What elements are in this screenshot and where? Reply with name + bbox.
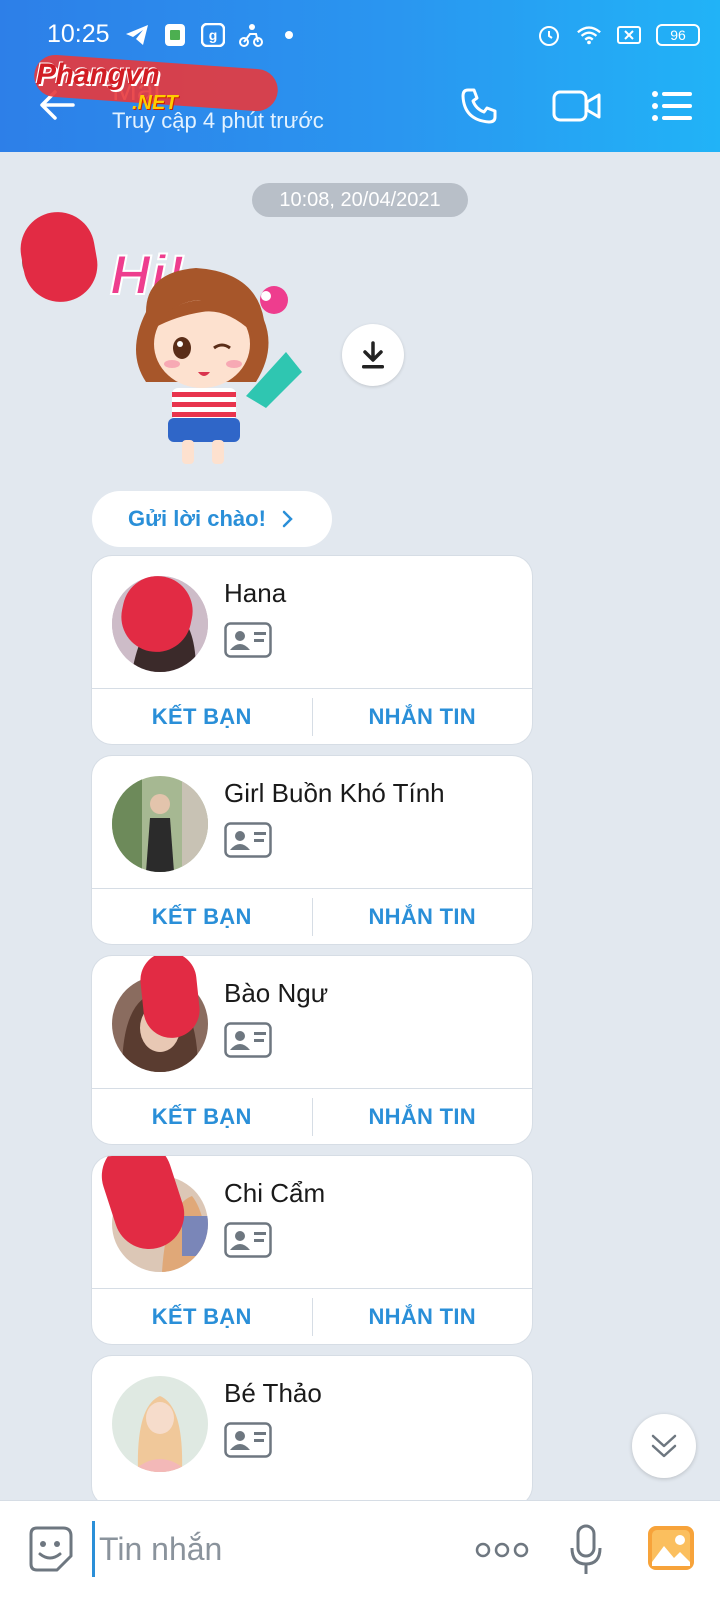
add-friend-button[interactable]: KẾT BẠN xyxy=(92,889,312,944)
watermark-logo: Phangvn .NET xyxy=(32,53,282,126)
sim-app-icon xyxy=(162,22,188,48)
send-greeting-button[interactable]: Gửi lời chào! xyxy=(92,491,332,547)
chat-area[interactable]: 10:08, 20/04/2021 Hi! Gửi lời chào! Hana… xyxy=(0,152,720,1506)
contact-card: Chi Cẩm KẾT BẠN NHẮN TIN xyxy=(92,1156,532,1344)
contact-name: Hana xyxy=(224,578,287,608)
watermark-text: Phangvn xyxy=(36,58,160,91)
dot-icon xyxy=(276,22,302,48)
battery-icon: 96 xyxy=(656,24,700,46)
card-actions: KẾT BẠN NHẮN TIN xyxy=(92,888,532,944)
more-dots-icon xyxy=(475,1542,529,1558)
send-message-button[interactable]: NHẮN TIN xyxy=(313,1289,533,1344)
contact-name: Girl Buồn Khó Tính xyxy=(224,778,445,808)
message-timestamp: 10:08, 20/04/2021 xyxy=(252,183,468,217)
contact-card: Hana KẾT BẠN NHẮN TIN xyxy=(92,556,532,744)
send-message-button[interactable]: NHẮN TIN xyxy=(313,889,533,944)
message-composer xyxy=(0,1500,720,1600)
phone-icon xyxy=(461,88,497,124)
profile-card-icon[interactable] xyxy=(224,822,272,858)
menu-list-icon xyxy=(652,91,692,121)
video-call-button[interactable] xyxy=(548,78,606,134)
chevron-right-icon xyxy=(282,510,293,528)
hi-sticker[interactable]: Hi! xyxy=(106,232,306,472)
download-icon xyxy=(362,341,384,369)
notification-icons: g xyxy=(124,22,302,48)
wifi-icon xyxy=(576,22,602,48)
delivery-icon xyxy=(238,22,264,48)
sticker-button[interactable] xyxy=(24,1523,76,1575)
double-chevron-down-icon xyxy=(651,1434,677,1458)
system-icons: 96 xyxy=(536,22,700,48)
profile-card-icon[interactable] xyxy=(224,1422,272,1458)
svg-text:g: g xyxy=(209,27,218,43)
add-friend-button[interactable]: KẾT BẠN xyxy=(92,1089,312,1144)
contact-card: Bé Thảo xyxy=(92,1356,532,1506)
more-options-button[interactable] xyxy=(472,1527,532,1573)
contact-card: Girl Buồn Khó Tính KẾT BẠN NHẮN TIN xyxy=(92,756,532,944)
status-time: 10:25 xyxy=(47,20,110,48)
video-camera-icon xyxy=(552,90,601,122)
image-gallery-icon xyxy=(648,1526,694,1570)
telegram-icon xyxy=(124,22,150,48)
no-sim-icon xyxy=(616,22,642,48)
send-message-button[interactable]: NHẮN TIN xyxy=(313,1089,533,1144)
add-friend-button[interactable]: KẾT BẠN xyxy=(92,1289,312,1344)
sticker-emoji-icon xyxy=(29,1526,73,1572)
chat-menu-button[interactable] xyxy=(643,78,701,134)
redaction-mark xyxy=(14,206,104,308)
message-input[interactable] xyxy=(92,1521,452,1577)
profile-card-icon[interactable] xyxy=(224,622,272,658)
download-button[interactable] xyxy=(342,324,404,386)
send-greeting-label: Gửi lời chào! xyxy=(128,506,266,531)
profile-card-icon[interactable] xyxy=(224,1022,272,1058)
microphone-icon xyxy=(570,1524,602,1574)
card-actions: KẾT BẠN NHẮN TIN xyxy=(92,1288,532,1344)
contact-avatar[interactable] xyxy=(112,1376,208,1472)
contact-card: Bào Ngư KẾT BẠN NHẮN TIN xyxy=(92,956,532,1144)
voice-call-button[interactable] xyxy=(450,78,508,134)
voice-record-button[interactable] xyxy=(566,1521,606,1579)
contact-name: Bào Ngư xyxy=(224,978,329,1008)
profile-card-icon[interactable] xyxy=(224,1222,272,1258)
scroll-to-bottom-button[interactable] xyxy=(632,1414,696,1478)
alarm-icon xyxy=(536,22,562,48)
send-message-button[interactable]: NHẮN TIN xyxy=(313,689,533,744)
card-actions: KẾT BẠN NHẮN TIN xyxy=(92,1088,532,1144)
app-header: 10:25 g 96 Truy cập 4 phút trước Phangvn… xyxy=(0,0,720,152)
watermark-suffix: .NET xyxy=(132,92,178,114)
g-app-icon: g xyxy=(200,22,226,48)
add-friend-button[interactable]: KẾT BẠN xyxy=(92,689,312,744)
contact-name: Chi Cẩm xyxy=(224,1178,326,1208)
card-actions: KẾT BẠN NHẮN TIN xyxy=(92,688,532,744)
contact-name: Bé Thảo xyxy=(224,1378,322,1408)
send-image-button[interactable] xyxy=(646,1523,696,1573)
contact-avatar[interactable] xyxy=(112,776,208,872)
